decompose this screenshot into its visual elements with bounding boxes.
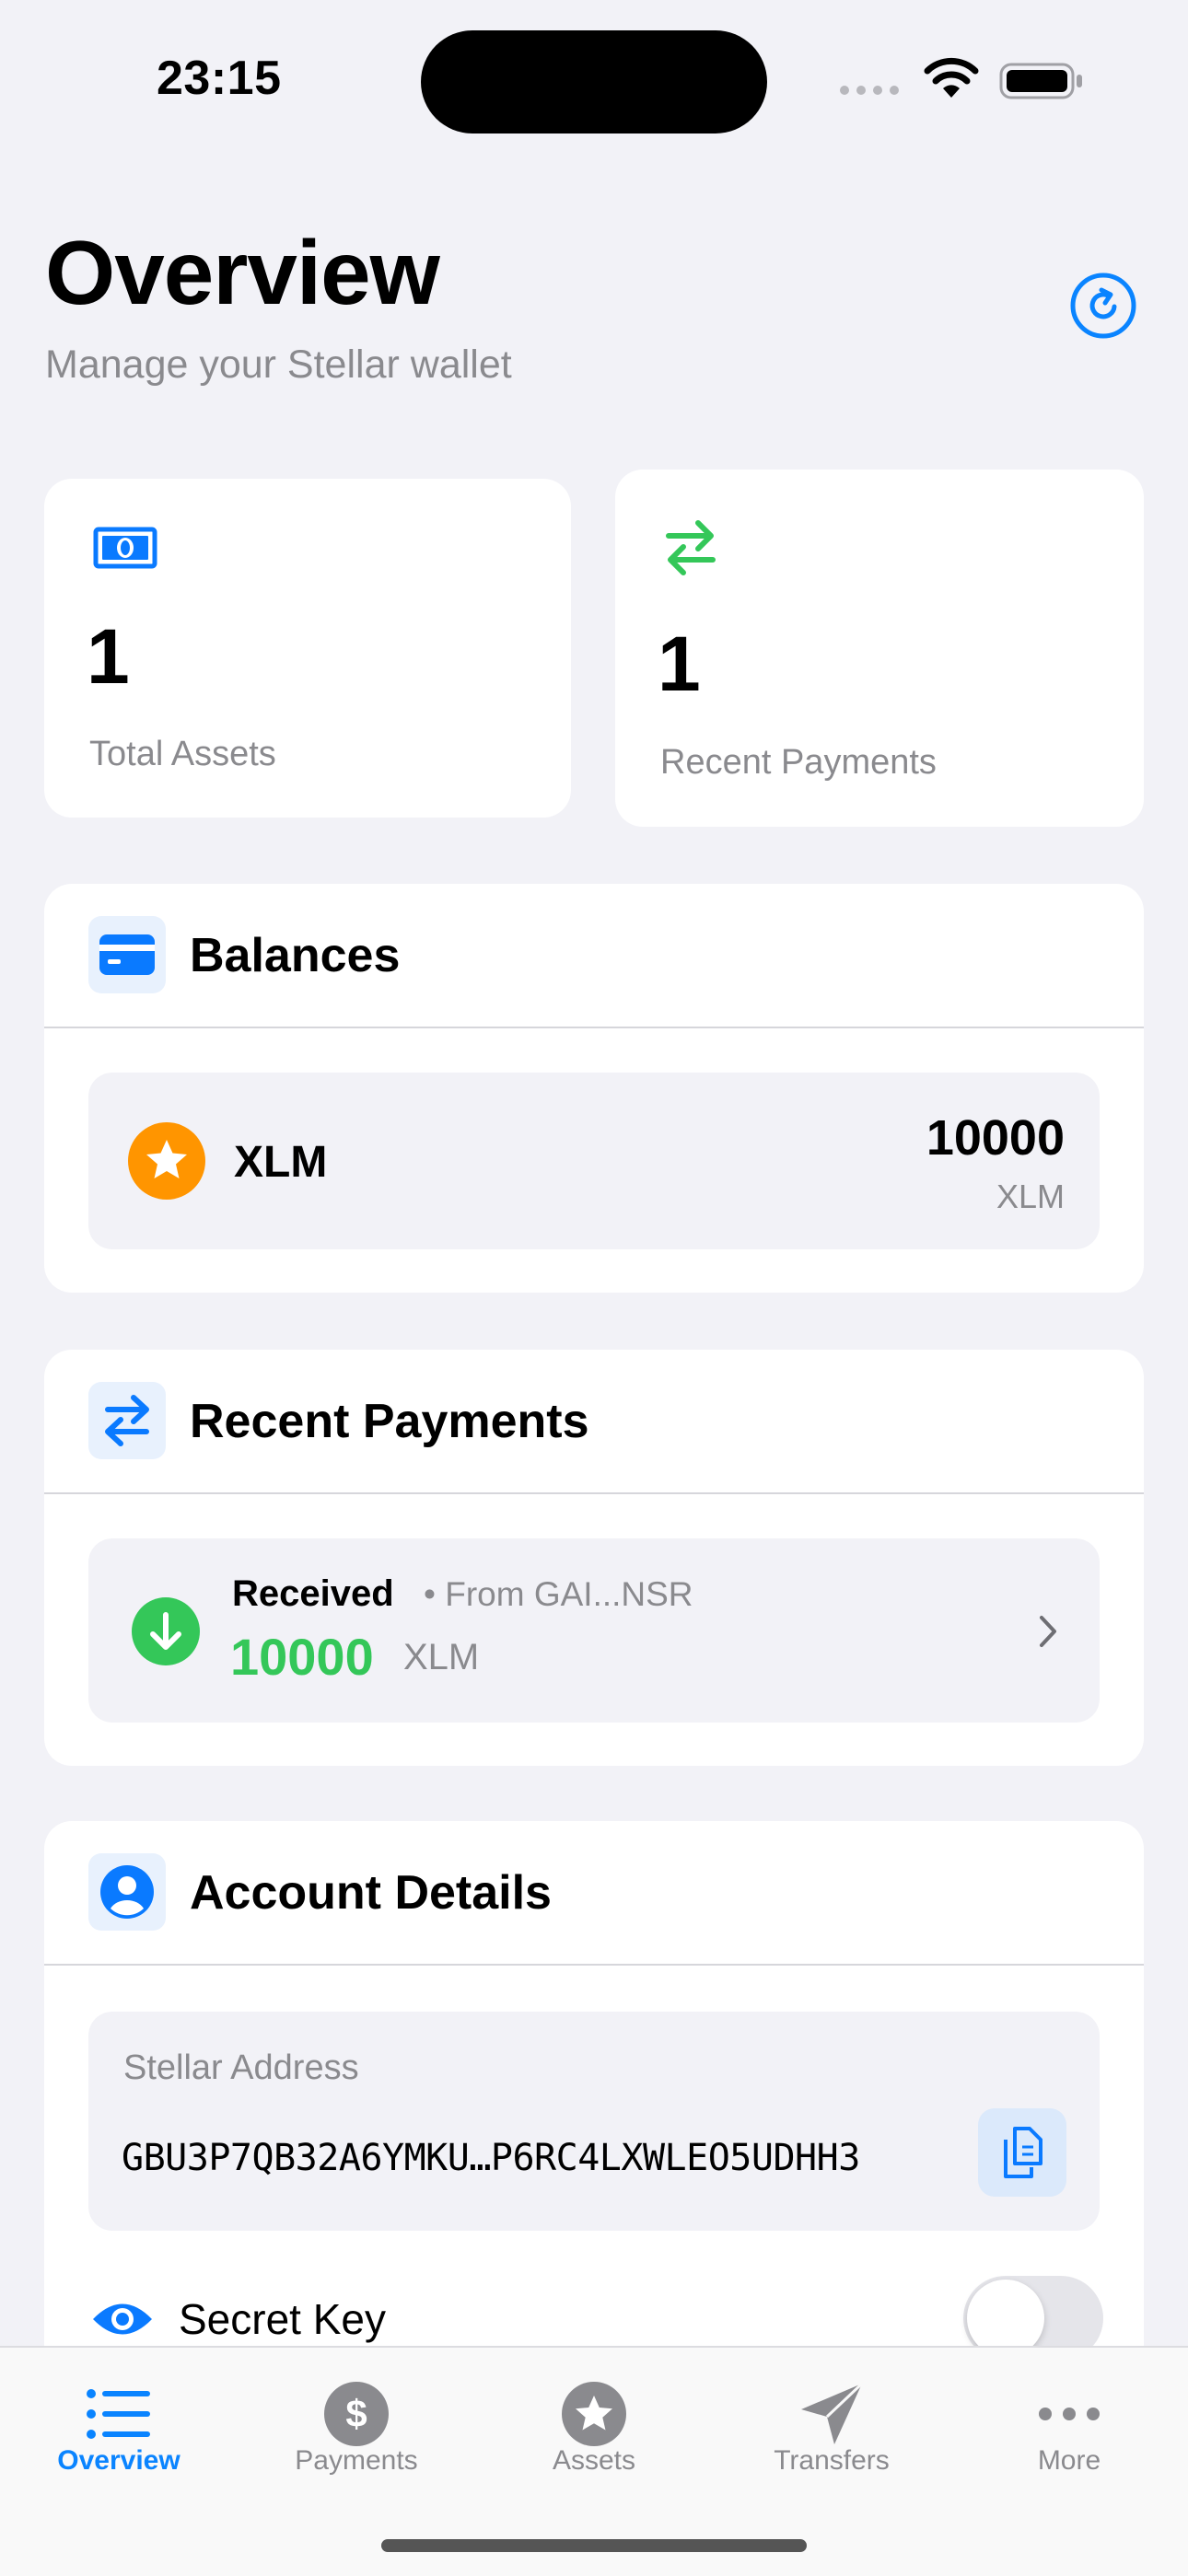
tab-overview-label: Overview (57, 2445, 181, 2476)
balances-title: Balances (190, 929, 401, 982)
creditcard-icon (88, 916, 166, 993)
stellar-address-box: Stellar Address GBU3P7QB32A6YMKU…P6RC4LX… (88, 2012, 1100, 2231)
recent-payments-title: Recent Payments (190, 1395, 589, 1448)
payment-type: Received (232, 1573, 394, 1614)
balances-header: Balances (44, 884, 1144, 1028)
secret-key-label: Secret Key (179, 2295, 386, 2343)
page-subtitle: Manage your Stellar wallet (45, 342, 512, 387)
total-assets-value: 1 (87, 613, 130, 700)
recent-payments-header: Recent Payments (44, 1350, 1144, 1494)
chevron-right-icon (1040, 1616, 1056, 1647)
payment-unit: XLM (403, 1637, 480, 1677)
cellular-signal-icon (840, 86, 899, 95)
copy-icon (1004, 2127, 1042, 2178)
wifi-icon (924, 57, 979, 98)
account-details-title: Account Details (190, 1866, 552, 1920)
recent-payments-label: Recent Payments (660, 743, 937, 782)
balance-amount: 10000 (926, 1110, 1065, 1166)
stellar-address-value: GBU3P7QB32A6YMKU…P6RC4LXWLEO5UDHH3 (122, 2137, 860, 2179)
tab-payments-label: Payments (295, 2445, 418, 2476)
arrow-down-circle-icon (132, 1597, 200, 1665)
stat-card-total-assets[interactable]: 1 Total Assets (44, 479, 571, 818)
payment-amount: 10000 (230, 1628, 374, 1686)
star-icon (128, 1122, 205, 1200)
account-details-card: Account Details Stellar Address GBU3P7QB… (44, 1821, 1144, 2410)
balance-row-xlm[interactable]: XLM 10000 XLM (88, 1073, 1100, 1249)
svg-text:$: $ (345, 2392, 367, 2435)
star-circle-icon (475, 2375, 713, 2453)
tab-assets-label: Assets (552, 2445, 636, 2476)
person-circle-icon (88, 1853, 166, 1931)
dynamic-island (421, 30, 767, 133)
payment-row[interactable]: Received • From GAI...NSR 10000 XLM (88, 1538, 1100, 1723)
payment-from: • From GAI...NSR (424, 1575, 693, 1613)
tab-more[interactable]: More (950, 2348, 1188, 2576)
page-title: Overview (45, 222, 440, 323)
recent-payments-card: Recent Payments Received • From GAI...NS… (44, 1350, 1144, 1766)
arrows-swap-icon (666, 520, 716, 575)
battery-icon (999, 63, 1082, 99)
eye-icon (93, 2303, 152, 2335)
home-indicator (381, 2539, 807, 2552)
dollar-circle-icon: $ (238, 2375, 475, 2453)
stellar-address-label: Stellar Address (123, 2048, 359, 2087)
copy-button[interactable] (978, 2108, 1066, 2197)
total-assets-label: Total Assets (89, 735, 276, 773)
tab-more-label: More (1037, 2445, 1101, 2476)
paperplane-icon (713, 2375, 950, 2453)
banknote-icon (93, 527, 157, 569)
recent-payments-value: 1 (658, 621, 701, 707)
arrows-swap-icon (88, 1382, 166, 1459)
balances-card: Balances XLM 10000 XLM (44, 884, 1144, 1293)
list-icon (0, 2375, 238, 2453)
stat-card-recent-payments[interactable]: 1 Recent Payments (615, 470, 1144, 827)
account-details-header: Account Details (44, 1821, 1144, 1966)
tab-transfers-label: Transfers (774, 2445, 890, 2476)
refresh-icon[interactable] (1068, 271, 1138, 341)
tab-overview[interactable]: Overview (0, 2348, 238, 2576)
balance-unit: XLM (996, 1178, 1065, 1215)
balance-asset-name: XLM (234, 1138, 328, 1187)
status-time: 23:15 (157, 52, 282, 105)
more-icon (950, 2375, 1188, 2453)
